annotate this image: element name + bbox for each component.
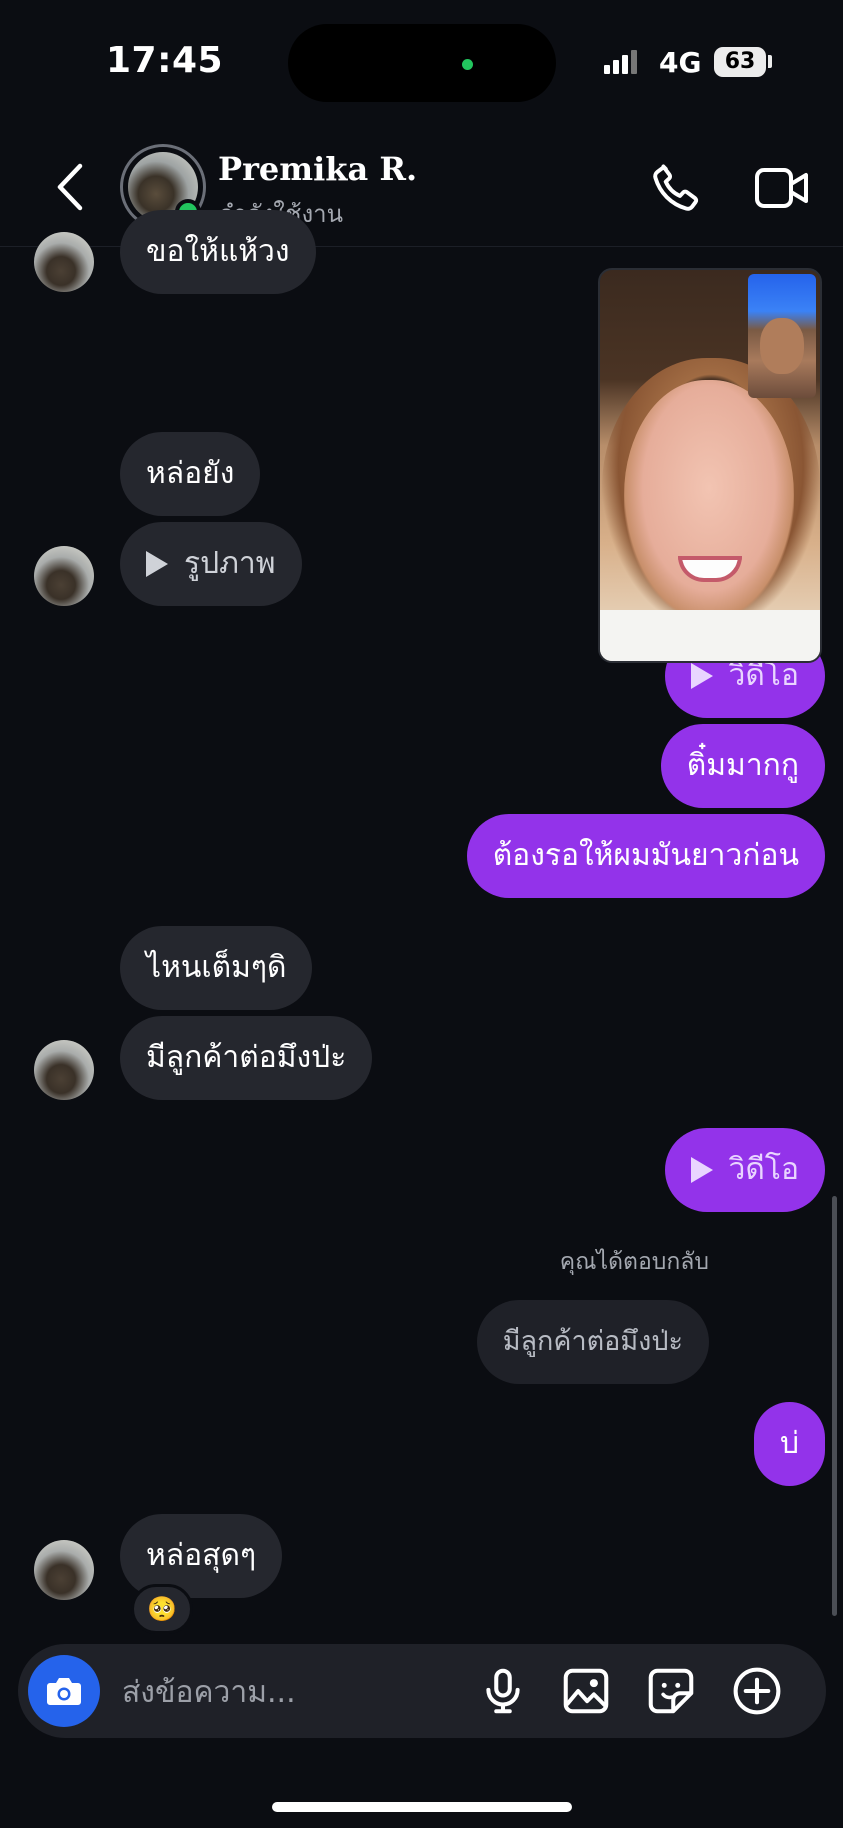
contact-name[interactable]: Premika R. [218,150,417,188]
sender-avatar[interactable] [34,546,94,606]
message-incoming[interactable]: ไหนเต็มๆดิ [120,926,313,1010]
battery-tip [768,55,772,68]
image-icon [563,1668,609,1714]
self-video-face [760,318,804,374]
sticker-button[interactable] [644,1664,698,1718]
message-incoming[interactable]: มีลูกค้าต่อมึงป่ะ [120,1016,373,1100]
camera-button[interactable] [28,1655,100,1727]
message-incoming[interactable]: หล่อสุดๆ [120,1514,283,1598]
reply-label: คุณได้ตอบกลับ [559,1249,709,1275]
chevron-left-icon [57,163,83,211]
network-type: 4G [659,46,702,79]
sender-avatar[interactable] [34,1540,94,1600]
sender-avatar[interactable] [34,1040,94,1100]
microphone-icon [486,1668,520,1714]
camera-indicator-dot [462,59,473,70]
status-time: 17:45 [106,40,224,81]
gallery-button[interactable] [559,1664,613,1718]
message-outgoing[interactable]: บ่ [753,1402,825,1486]
home-indicator[interactable] [272,1802,572,1812]
reply-quote[interactable]: มีลูกค้าต่อมึงป่ะ [476,1300,709,1384]
message-outgoing[interactable]: ต้องรอให้ผมมันยาวก่อน [466,814,825,898]
message-incoming[interactable]: หล่อยัง [120,432,261,516]
sticker-icon [648,1668,694,1714]
dynamic-island [288,24,556,102]
voice-message-button[interactable] [476,1664,530,1718]
message-outgoing[interactable]: ติ๋มมากกู [660,724,825,808]
more-options-button[interactable] [730,1664,784,1718]
camera-icon [47,1678,81,1705]
phone-icon [653,164,699,211]
media-label: รูปภาพ [184,546,276,581]
play-icon [146,551,168,577]
media-label: วิดีโอ [728,1152,799,1187]
battery-icon: 63 [714,47,766,77]
video-camera-icon [755,168,808,208]
message-input[interactable] [120,1666,454,1718]
reaction-emoji[interactable]: 🥺 [131,1584,193,1634]
video-call-button[interactable] [754,164,810,212]
plus-circle-icon [733,1667,781,1715]
remote-video-shirt [600,610,820,661]
scrollbar[interactable] [832,1196,837,1616]
back-button[interactable] [52,162,92,212]
remote-video-face [624,380,794,620]
play-icon [690,1157,713,1183]
sender-avatar[interactable] [34,232,94,292]
play-icon [690,663,713,689]
audio-call-button[interactable] [648,160,704,216]
message-incoming-photo[interactable]: รูปภาพ [120,522,302,606]
signal-icon [604,50,637,74]
message-outgoing-video[interactable]: วิดีโอ [664,1128,825,1212]
message-incoming[interactable]: ขอให้แห้วง [120,210,316,294]
